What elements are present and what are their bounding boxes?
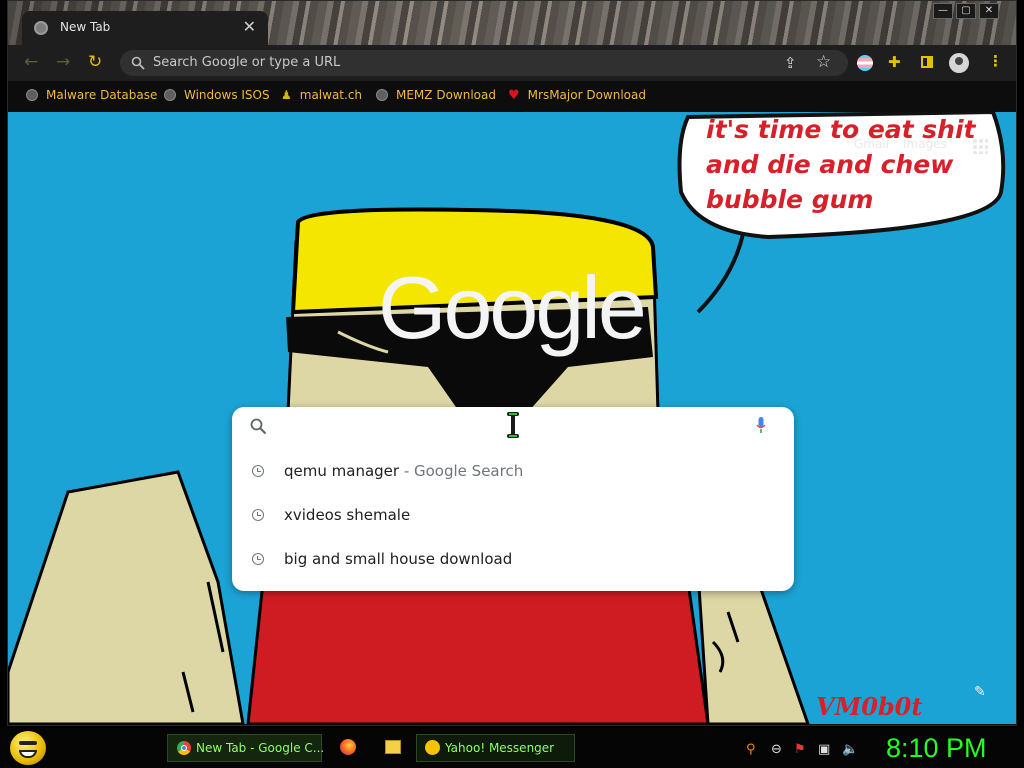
images-link[interactable]: Images: [903, 137, 947, 151]
apps-grid-icon[interactable]: [972, 138, 988, 154]
figure-icon: ♟: [281, 88, 292, 102]
chrome-favicon-icon: [34, 21, 48, 35]
search-box: qemu manager - Google Search xvideos she…: [232, 407, 794, 591]
suggestion-text: qemu manager - Google Search: [284, 462, 523, 480]
chrome-icon: [177, 741, 191, 755]
omnibox[interactable]: Search Google or type a URL: [120, 50, 848, 76]
tab-new-tab[interactable]: New Tab ✕: [22, 11, 268, 45]
status-tray-icon[interactable]: ⊖: [771, 742, 782, 757]
back-button[interactable]: ←: [24, 52, 38, 72]
history-clock-icon: [252, 509, 264, 521]
close-button[interactable]: ✕: [979, 3, 999, 19]
search-icon: [131, 56, 145, 70]
suggestion-item[interactable]: xvideos shemale: [232, 498, 794, 542]
share-icon[interactable]: ⇪: [784, 54, 797, 72]
trans-flag-extension-icon[interactable]: [857, 55, 873, 71]
firefox-icon[interactable]: [340, 739, 356, 755]
bookmarks-bar: Malware Database Windows ISOS ♟ malwat.ch…: [8, 81, 1016, 113]
taskbar-item-label: Yahoo! Messenger: [445, 741, 555, 755]
text-cursor-icon: [507, 412, 519, 438]
maximize-button[interactable]: ▢: [956, 3, 976, 19]
suggestion-text: big and small house download: [284, 550, 513, 568]
heart-icon: ♥: [508, 88, 520, 103]
bookmark-label: malwat.ch: [299, 88, 363, 102]
network-tray-icon[interactable]: ▣: [818, 742, 830, 757]
tab-title: New Tab: [60, 20, 111, 34]
google-logo: Google: [378, 258, 647, 357]
taskbar-item-yahoo-messenger[interactable]: Yahoo! Messenger: [416, 734, 575, 762]
forward-button[interactable]: →: [56, 52, 70, 72]
flag-tray-icon[interactable]: ⚑: [794, 742, 806, 757]
reload-button[interactable]: ↻: [88, 52, 102, 72]
customize-pencil-icon[interactable]: ✎: [974, 684, 986, 700]
omnibox-placeholder: Search Google or type a URL: [153, 55, 341, 70]
new-tab-page: it's time to eat shit and die and chew b…: [8, 112, 1016, 724]
suggestion-item[interactable]: qemu manager - Google Search: [232, 454, 794, 498]
minimize-button[interactable]: —: [933, 3, 953, 19]
speech-line: bubble gum: [706, 185, 874, 214]
taskbar: New Tab - Google C... Yahoo! Messenger: [0, 728, 1024, 768]
bookmark-label: MEMZ Download: [396, 88, 496, 102]
volume-tray-icon[interactable]: 🔈: [842, 742, 858, 757]
speech-bubble-text: it's time to eat shit and die and chew b…: [706, 112, 1016, 217]
microphone-icon[interactable]: [756, 417, 766, 433]
bookmark-mrsmajor-download[interactable]: ♥ MrsMajor Download: [508, 88, 646, 103]
taskbar-item-chrome[interactable]: New Tab - Google C...: [167, 734, 325, 762]
history-clock-icon: [252, 465, 264, 477]
bookmark-star-icon[interactable]: ☆: [816, 52, 831, 72]
toolbar: ← → ↻ Search Google or type a URL ⇪ ☆ ✚ …: [8, 45, 1016, 81]
search-icon: [250, 418, 267, 435]
taskbar-clock: 8:10 PM: [886, 733, 987, 763]
globe-icon: [376, 89, 388, 101]
bookmark-malware-database[interactable]: Malware Database: [26, 88, 157, 102]
bookmark-malwatch[interactable]: ♟ malwat.ch: [281, 88, 362, 102]
bookmark-label: Windows ISOS: [184, 88, 270, 102]
bookmark-label: Malware Database: [46, 88, 158, 102]
bookmark-windows-isos[interactable]: Windows ISOS: [164, 88, 270, 102]
bookmark-memz-download[interactable]: MEMZ Download: [376, 88, 496, 102]
suggestion-query: qemu manager: [284, 462, 400, 480]
profile-avatar-icon[interactable]: [949, 53, 969, 73]
globe-icon: [164, 89, 176, 101]
suggestion-text: xvideos shemale: [284, 506, 411, 524]
extensions-puzzle-icon[interactable]: ✚: [888, 53, 901, 71]
search-tray-icon[interactable]: ⚲: [746, 742, 756, 757]
globe-icon: [26, 89, 38, 101]
bookmark-label: MrsMajor Download: [527, 88, 646, 102]
yahoo-smiley-icon: [425, 740, 440, 755]
side-panel-icon[interactable]: [921, 56, 933, 68]
menu-kebab-icon[interactable]: ⋮: [988, 52, 1003, 70]
suggestion-suffix: - Google Search: [399, 462, 524, 480]
tab-strip: New Tab ✕ — ▢ ✕: [8, 1, 1016, 45]
artist-signature: VM0b0t: [816, 692, 923, 721]
tab-close-icon[interactable]: ✕: [243, 17, 256, 36]
gmail-link[interactable]: Gmail: [854, 137, 889, 151]
start-button-smiley-icon[interactable]: [10, 731, 46, 765]
taskbar-item-label: New Tab - Google C...: [196, 741, 325, 755]
speech-line: and die and chew: [706, 150, 954, 179]
suggestion-item[interactable]: big and small house download: [232, 542, 794, 586]
history-clock-icon: [252, 553, 264, 565]
file-explorer-icon[interactable]: [385, 740, 401, 754]
